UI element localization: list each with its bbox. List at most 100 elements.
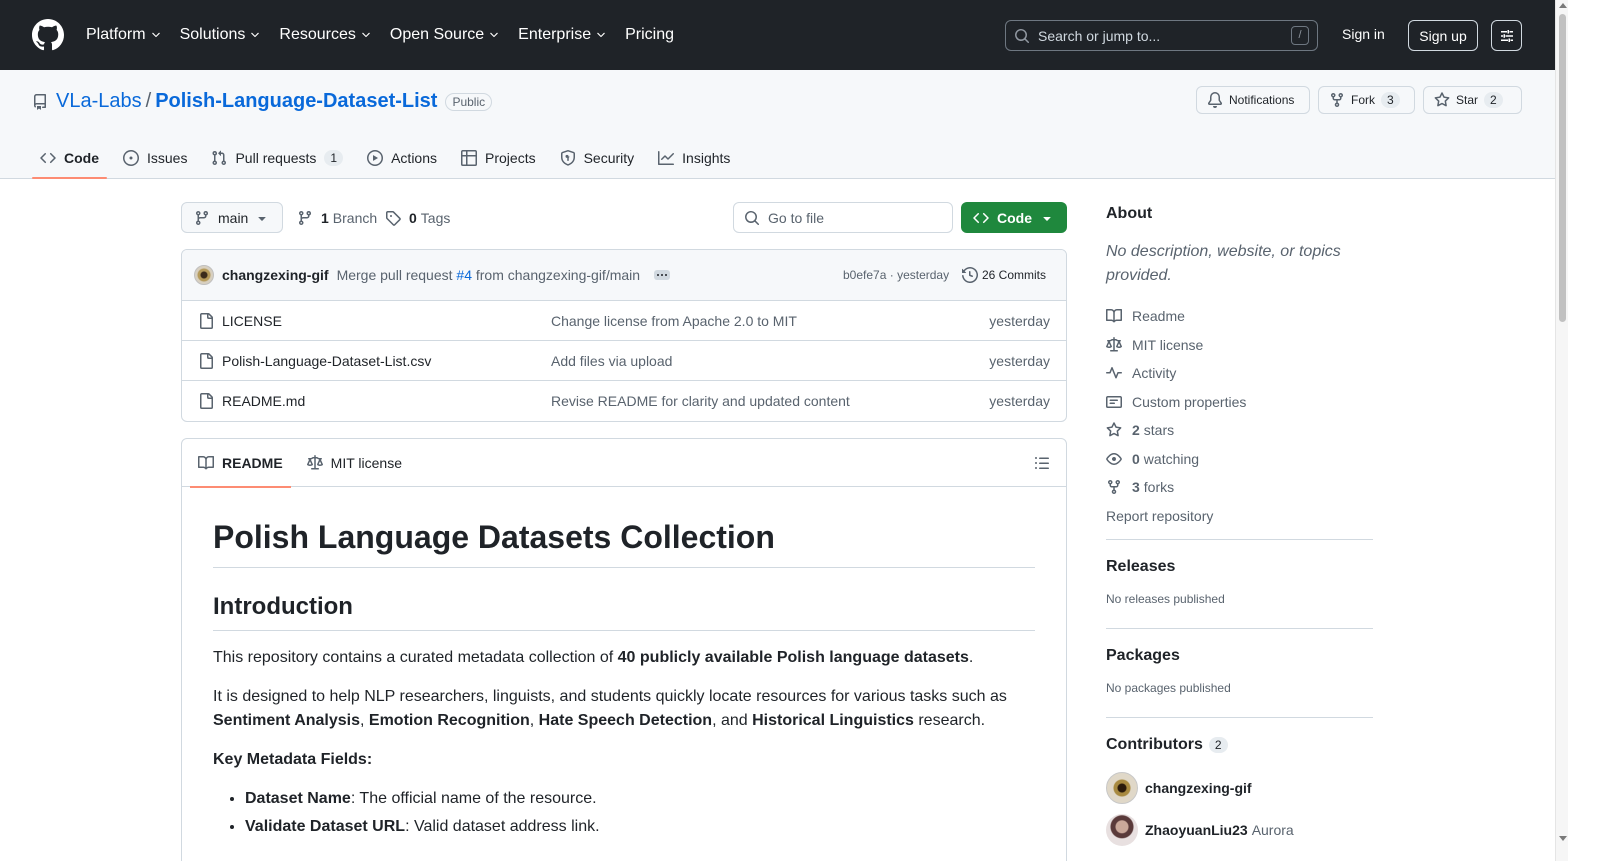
tab-readme[interactable]: README	[190, 439, 291, 488]
file-commit-message[interactable]: Add files via upload	[551, 353, 672, 369]
list-item: Dataset Name: The official name of the r…	[245, 787, 1035, 811]
tab-security[interactable]: Security	[552, 138, 643, 178]
commit-expand-button[interactable]	[654, 270, 671, 280]
commit-author-link[interactable]: changzexing-gif	[222, 267, 329, 283]
repo-owner-link[interactable]: VLa-Labs	[56, 90, 142, 113]
scroll-down-arrow-icon[interactable]	[1559, 836, 1567, 841]
packages-heading[interactable]: Packages	[1106, 647, 1231, 665]
outline-button[interactable]	[1034, 455, 1050, 471]
contributor-item[interactable]: changzexing-gif	[1106, 772, 1294, 804]
avatar[interactable]	[1106, 772, 1138, 804]
tags-link[interactable]: 0 Tags	[385, 202, 450, 233]
commit-sha[interactable]: b0efe7a · yesterday	[843, 268, 949, 282]
branches-link[interactable]: 1 Branch	[297, 202, 377, 233]
tab-projects[interactable]: Projects	[453, 138, 544, 178]
avatar[interactable]	[1106, 814, 1138, 846]
tab-license[interactable]: MIT license	[299, 439, 410, 487]
releases-heading[interactable]: Releases	[1106, 558, 1225, 576]
search-icon	[1015, 28, 1030, 43]
bold-text: Hate Speech Detection	[538, 712, 713, 729]
tab-code[interactable]: Code	[32, 138, 107, 179]
file-name-link[interactable]: README.md	[222, 393, 305, 409]
bold-text: Sentiment Analysis	[213, 712, 361, 729]
commit-pr-link[interactable]: #4	[456, 267, 472, 283]
watching-count: 0	[1132, 450, 1140, 467]
tab-actions[interactable]: Actions	[359, 138, 445, 178]
contributor-login[interactable]: ZhaoyuanLiu23	[1145, 822, 1248, 838]
file-navigation: main 1 Branch 0 Tags Go to file Code	[181, 202, 1067, 234]
tab-issues[interactable]: Issues	[115, 138, 195, 178]
stars-link[interactable]: 2 stars	[1106, 416, 1246, 445]
nav-solutions[interactable]: Solutions	[180, 26, 262, 44]
custom-properties-link[interactable]: Custom properties	[1106, 388, 1246, 417]
file-commit-message[interactable]: Change license from Apache 2.0 to MIT	[551, 313, 797, 329]
watchers-link[interactable]: 0 watching	[1106, 445, 1246, 474]
go-to-file-input[interactable]: Go to file	[733, 202, 953, 233]
activity-link[interactable]: Activity	[1106, 359, 1246, 388]
readme-paragraph: Key Metadata Fields:	[213, 748, 1035, 772]
nav-platform[interactable]: Platform	[86, 26, 162, 44]
about-links: Readme MIT license Activity Custom prope…	[1106, 302, 1246, 530]
sign-up-button[interactable]: Sign up	[1408, 20, 1478, 51]
file-row[interactable]: Polish-Language-Dataset-List.csv Add fil…	[182, 341, 1066, 381]
book-icon	[1106, 309, 1122, 323]
sign-in-link[interactable]: Sign in	[1342, 26, 1385, 42]
nav-open-source[interactable]: Open Source	[390, 26, 500, 44]
global-search-input[interactable]: Search or jump to... /	[1005, 20, 1318, 51]
fork-button[interactable]: Fork 3	[1318, 86, 1415, 114]
forks-link[interactable]: 3 forks	[1106, 473, 1246, 502]
file-commit-message[interactable]: Revise README for clarity and updated co…	[551, 393, 850, 409]
about-heading: About	[1106, 205, 1153, 222]
readme-link[interactable]: Readme	[1106, 302, 1246, 331]
avatar[interactable]	[194, 265, 214, 285]
contributors-heading[interactable]: Contributors 2	[1106, 736, 1294, 754]
tab-pull-requests[interactable]: Pull requests 1	[203, 138, 351, 178]
text: .	[968, 649, 974, 666]
visibility-badge: Public	[445, 92, 493, 111]
chevron-down-icon	[251, 32, 260, 38]
scrollbar-thumb[interactable]	[1559, 14, 1566, 322]
nav-enterprise[interactable]: Enterprise	[518, 26, 607, 44]
nav-resources[interactable]: Resources	[279, 26, 371, 44]
commits-history-link[interactable]: 26 Commits	[962, 267, 1046, 283]
code-download-button[interactable]: Code	[961, 202, 1067, 233]
report-repository-link[interactable]: Report repository	[1106, 502, 1246, 531]
activity-link-label: Activity	[1132, 365, 1177, 382]
readme-panel: README MIT license Polish Language Datas…	[181, 438, 1067, 861]
nav-pricing[interactable]: Pricing	[625, 26, 674, 44]
scroll-up-arrow-icon[interactable]	[1559, 3, 1567, 8]
github-logo-icon[interactable]	[32, 19, 64, 51]
book-icon	[198, 455, 214, 469]
pulse-icon	[1106, 367, 1122, 379]
contributor-item[interactable]: ZhaoyuanLiu23 Aurora	[1106, 814, 1294, 846]
nav-label: Resources	[279, 26, 356, 43]
repo-name-link[interactable]: Polish-Language-Dataset-List	[155, 90, 437, 113]
license-tab-label: MIT license	[330, 454, 402, 471]
tab-label: Actions	[391, 150, 438, 166]
chevron-down-icon	[151, 32, 160, 38]
issue-icon	[123, 150, 139, 166]
file-row[interactable]: README.md Revise README for clarity and …	[182, 381, 1066, 421]
contributor-login[interactable]: changzexing-gif	[1145, 780, 1252, 796]
custom-properties-label: Custom properties	[1132, 393, 1247, 410]
tab-insights[interactable]: Insights	[650, 138, 738, 178]
fork-count: 3	[1381, 92, 1400, 108]
stars-count: 2	[1132, 422, 1140, 439]
notifications-button[interactable]: Notifications	[1196, 86, 1310, 114]
repo-icon	[34, 93, 46, 110]
license-link[interactable]: MIT license	[1106, 331, 1246, 360]
star-icon	[1106, 422, 1122, 437]
contributor-name: Aurora	[1251, 822, 1294, 838]
repo-title: VLa-Labs / Polish-Language-Dataset-List …	[32, 90, 493, 113]
star-button[interactable]: Star 2	[1423, 86, 1522, 114]
file-row[interactable]: LICENSE Change license from Apache 2.0 t…	[182, 301, 1066, 341]
page-scrollbar[interactable]	[1555, 0, 1568, 861]
commit-message[interactable]: Merge pull request #4 from changzexing-g…	[337, 267, 641, 283]
branch-selector[interactable]: main	[181, 202, 283, 233]
file-name-link[interactable]: LICENSE	[222, 313, 282, 329]
file-name-link[interactable]: Polish-Language-Dataset-List.csv	[222, 353, 431, 369]
command-palette-button[interactable]	[1491, 20, 1522, 51]
code-button-label: Code	[997, 209, 1032, 226]
fork-label: Fork	[1351, 93, 1375, 107]
note-icon	[1106, 395, 1122, 408]
